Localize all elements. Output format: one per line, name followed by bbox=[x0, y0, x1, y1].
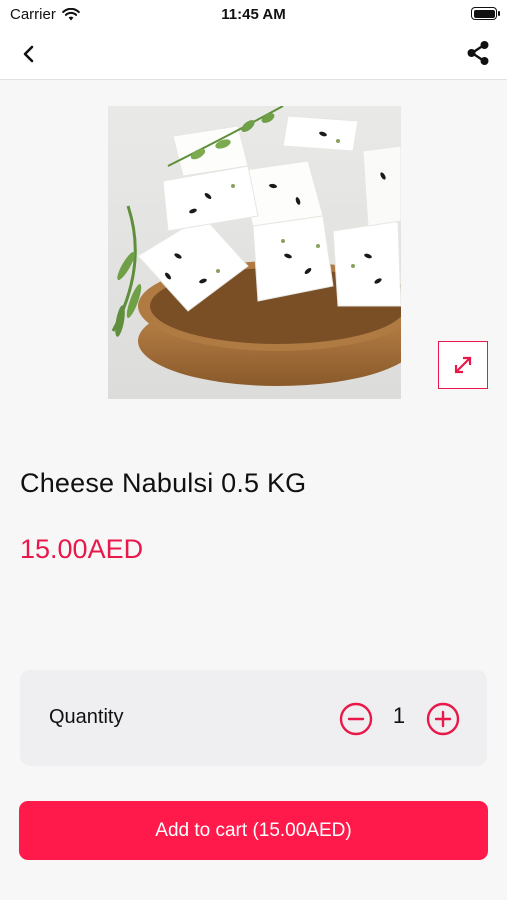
battery-fill bbox=[473, 9, 495, 18]
increase-quantity-button[interactable] bbox=[426, 702, 460, 736]
product-image[interactable] bbox=[108, 106, 401, 399]
quantity-label: Quantity bbox=[49, 706, 124, 728]
status-time: 11:45 AM bbox=[221, 6, 286, 23]
status-bar: Carrier 11:45 AM bbox=[0, 0, 507, 28]
cheese-photo bbox=[108, 106, 401, 399]
quantity-value: 1 bbox=[392, 703, 406, 728]
add-to-cart-button[interactable]: Add to cart (15.00AED) bbox=[19, 801, 488, 860]
battery-icon bbox=[471, 7, 500, 20]
expand-icon bbox=[454, 356, 472, 374]
zoom-button[interactable] bbox=[438, 341, 488, 389]
back-button[interactable] bbox=[14, 40, 44, 68]
share-button[interactable] bbox=[463, 38, 493, 68]
product-price: 15.00AED bbox=[20, 534, 144, 564]
quantity-card: Quantity 1 bbox=[20, 670, 487, 766]
plus-circle-icon bbox=[426, 702, 460, 736]
product-title: Cheese Nabulsi 0.5 KG bbox=[20, 468, 307, 498]
decrease-quantity-button[interactable] bbox=[339, 702, 373, 736]
share-icon bbox=[467, 41, 489, 65]
chevron-left-icon bbox=[23, 45, 34, 63]
nav-bar bbox=[0, 28, 507, 80]
minus-circle-icon bbox=[339, 702, 373, 736]
